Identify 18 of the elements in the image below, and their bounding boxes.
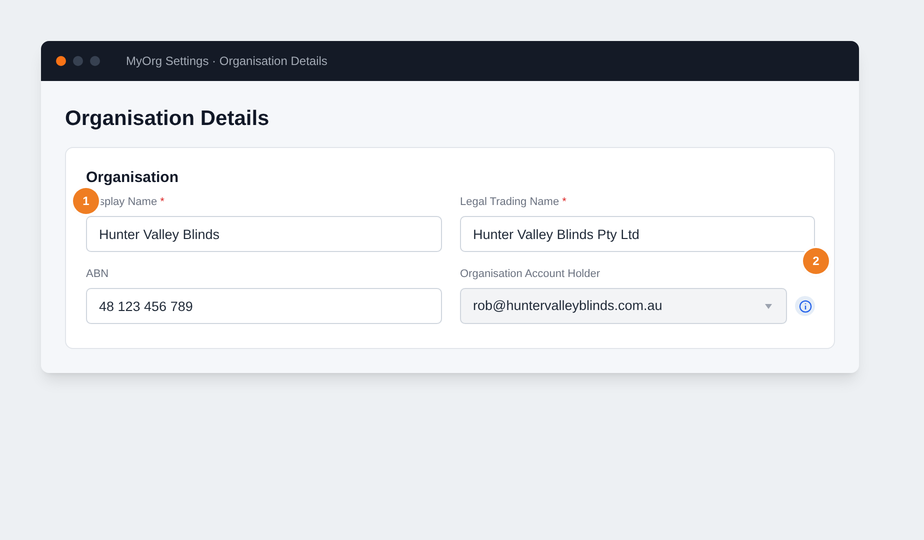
text-field[interactable]: Hunter Valley Blinds Pty Ltd	[460, 216, 815, 252]
info-icon	[798, 300, 812, 312]
required-mark: *	[160, 194, 164, 210]
window-title: MyOrg Settings · Organisation Details	[126, 53, 328, 70]
caret-icon	[765, 304, 772, 308]
required-mark: *	[562, 194, 566, 210]
step-badge: 1	[73, 188, 99, 214]
field-label: splay Name	[99, 194, 158, 210]
field-label: Organisation Account Holder	[460, 266, 600, 282]
card-title: Organisation	[86, 168, 180, 188]
field-label: Legal Trading Name	[460, 194, 560, 210]
info-button[interactable]	[795, 296, 815, 316]
text-field[interactable]: 48 123 456 789	[86, 288, 442, 324]
page-title: Organisation Details	[65, 106, 270, 132]
field-label: ABN	[86, 266, 109, 282]
step-badge: 2	[803, 248, 829, 274]
account-holder-select[interactable]: rob@huntervalleyblinds.com.au	[460, 288, 787, 324]
text-field[interactable]: Hunter Valley Blinds	[86, 216, 442, 252]
